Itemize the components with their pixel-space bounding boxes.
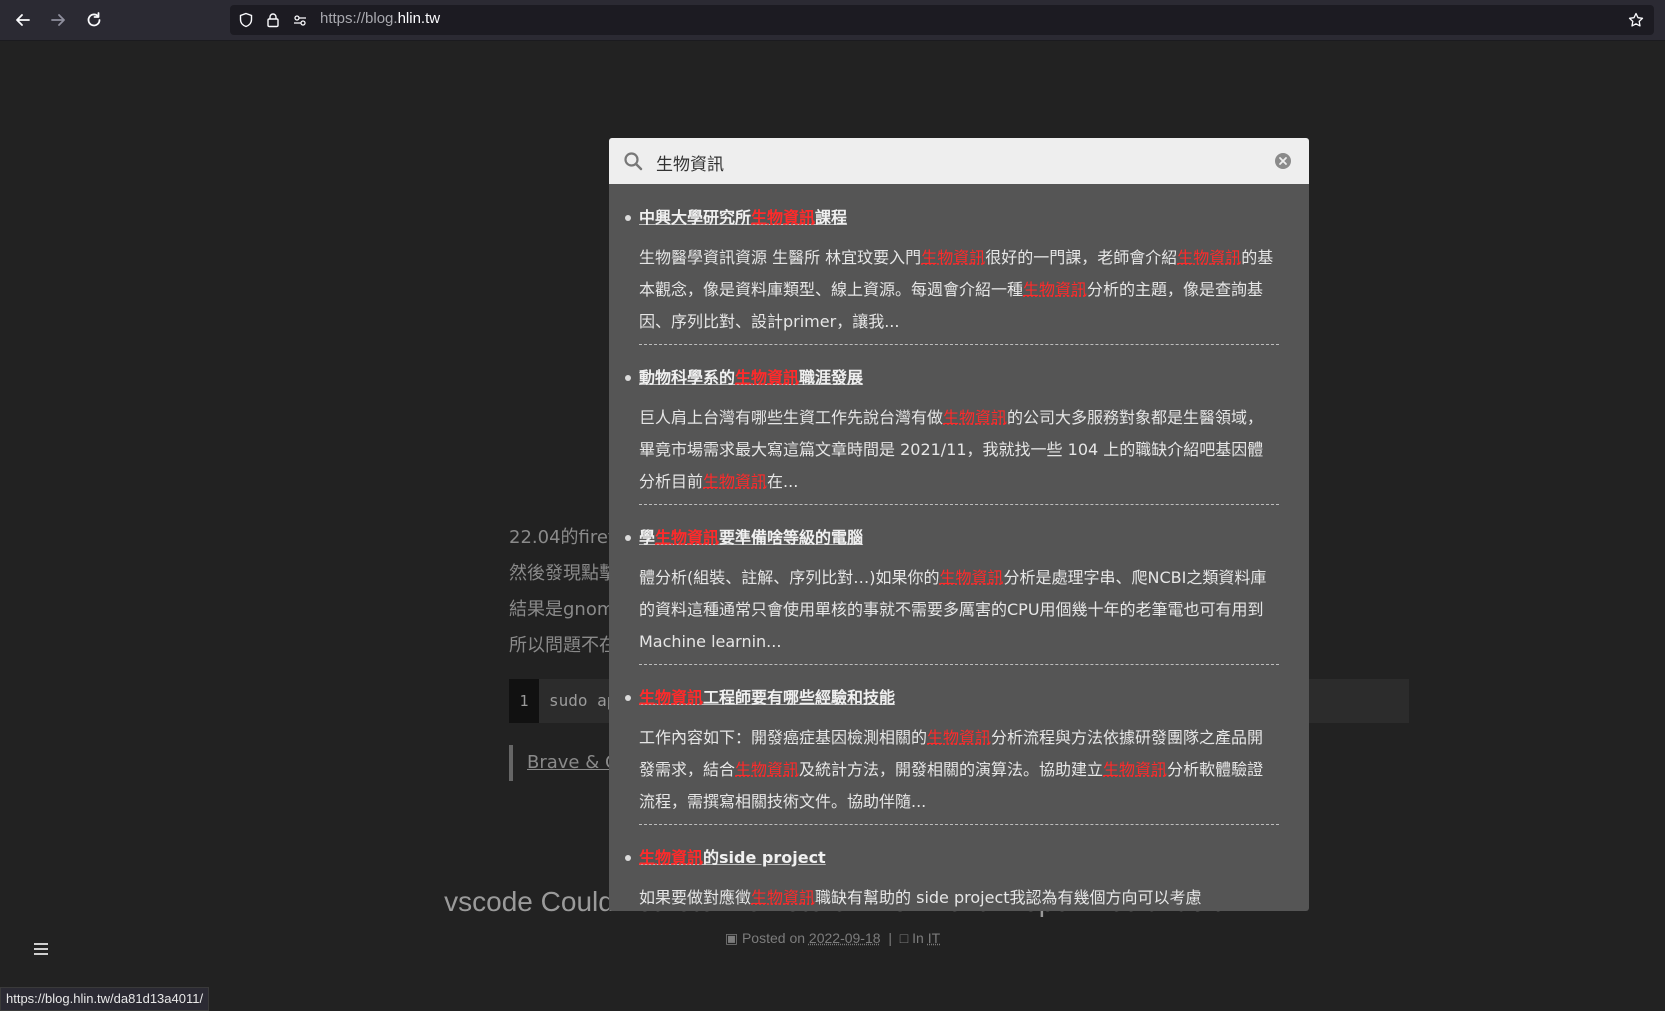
body-text-line: 結果是gnom — [509, 595, 614, 621]
title-text: 動物科學系的 — [639, 368, 735, 387]
url-bar[interactable]: https://blog.hlin.tw — [230, 5, 1654, 35]
result-title-link[interactable]: 學生物資訊要準備啥等級的電腦 — [639, 526, 1279, 550]
post-meta: ▣ Posted on 2022-09-18 | □ In IT — [0, 930, 1665, 947]
highlight: 生物資訊 — [927, 728, 991, 747]
hamburger-icon — [32, 940, 50, 958]
lock-icon[interactable] — [265, 12, 281, 28]
result-title-link[interactable]: 動物科學系的生物資訊職涯發展 — [639, 366, 1279, 390]
search-result: 中興大學研究所生物資訊課程 生物醫學資訊資源 生醫所 林宜玟要入門生物資訊很好的… — [639, 206, 1279, 345]
highlight: 生物資訊 — [1103, 760, 1167, 779]
bullet-icon — [625, 855, 631, 861]
in-label: In — [912, 930, 924, 946]
forward-button[interactable] — [45, 8, 71, 32]
title-text: 學 — [639, 528, 655, 547]
posted-label: Posted on — [742, 930, 805, 946]
search-popup: 中興大學研究所生物資訊課程 生物醫學資訊資源 生醫所 林宜玟要入門生物資訊很好的… — [609, 138, 1309, 911]
permissions-icon[interactable] — [292, 12, 308, 28]
body-text-line: 22.04的firefo — [509, 523, 625, 549]
body-text-line: 所以問題不在 — [509, 631, 617, 657]
arrow-left-icon — [14, 11, 32, 29]
title-text: 的side project — [703, 848, 826, 867]
result-title-link[interactable]: 生物資訊工程師要有哪些經驗和技能 — [639, 686, 1279, 710]
arrow-right-icon — [49, 11, 67, 29]
url-prefix: https://blog. — [320, 10, 398, 27]
quote-link[interactable]: Brave & C — [527, 752, 618, 773]
highlight: 生物資訊 — [921, 248, 985, 267]
excerpt-text: 巨人肩上台灣有哪些生資工作先說台灣有做 — [639, 408, 943, 427]
excerpt-text: 生物醫學資訊資源 生醫所 林宜玟要入門 — [639, 248, 921, 267]
highlight: 生物資訊 — [751, 208, 815, 227]
result-title-link[interactable]: 生物資訊的side project — [639, 846, 1279, 870]
excerpt-text: 工作內容如下：開發癌症基因檢測相關的 — [639, 728, 927, 747]
highlight: 生物資訊 — [943, 408, 1007, 427]
bullet-icon — [625, 535, 631, 541]
search-result: 生物資訊工程師要有哪些經驗和技能 工作內容如下：開發癌症基因檢測相關的生物資訊分… — [639, 686, 1279, 825]
url-text[interactable]: https://blog.hlin.tw — [320, 10, 440, 27]
excerpt-text: 如果要做對應徵 — [639, 888, 751, 907]
reload-icon — [85, 11, 103, 29]
highlight: 生物資訊 — [735, 760, 799, 779]
title-text: 中興大學研究所 — [639, 208, 751, 227]
reload-button[interactable] — [81, 8, 107, 32]
back-button[interactable] — [10, 8, 36, 32]
result-excerpt: 體分析(組裝、註解、序列比對…)如果你的生物資訊分析是處理字串、爬NCBI之類資… — [639, 562, 1279, 664]
highlight: 生物資訊 — [1023, 280, 1087, 299]
title-text: 職涯發展 — [799, 368, 863, 387]
excerpt-text: 在... — [767, 472, 798, 491]
bullet-icon — [625, 695, 631, 701]
bookmark-star-icon[interactable] — [1628, 12, 1644, 28]
excerpt-text: 體分析(組裝、註解、序列比對…)如果你的 — [639, 568, 940, 587]
category-link[interactable]: IT — [928, 930, 940, 946]
search-result: 動物科學系的生物資訊職涯發展 巨人肩上台灣有哪些生資工作先說台灣有做生物資訊的公… — [639, 366, 1279, 505]
result-excerpt: 生物醫學資訊資源 生醫所 林宜玟要入門生物資訊很好的一門課，老師會介紹生物資訊的… — [639, 242, 1279, 344]
clear-search-icon[interactable] — [1274, 152, 1292, 170]
title-text: 課程 — [815, 208, 847, 227]
folder-icon: □ — [900, 930, 908, 946]
highlight: 生物資訊 — [735, 368, 799, 387]
highlight: 生物資訊 — [639, 688, 703, 707]
body-text-line: 然後發現點擊 — [509, 559, 617, 585]
title-text: 工程師要有哪些經驗和技能 — [703, 688, 895, 707]
result-title-link[interactable]: 中興大學研究所生物資訊課程 — [639, 206, 1279, 230]
meta-separator: | — [888, 930, 892, 946]
title-text: 要準備啥等級的電腦 — [719, 528, 863, 547]
result-excerpt: 工作內容如下：開發癌症基因檢測相關的生物資訊分析流程與方法依據研發團隊之產品開發… — [639, 722, 1279, 824]
result-excerpt: 巨人肩上台灣有哪些生資工作先說台灣有做生物資訊的公司大多服務對象都是生醫領域，畢… — [639, 402, 1279, 504]
highlight: 生物資訊 — [940, 568, 1004, 587]
search-icon — [623, 151, 643, 171]
highlight: 生物資訊 — [639, 848, 703, 867]
browser-toolbar: https://blog.hlin.tw — [0, 0, 1665, 41]
highlight: 生物資訊 — [1177, 248, 1241, 267]
menu-toggle[interactable] — [32, 940, 50, 958]
search-result: 生物資訊的side project 如果要做對應徵生物資訊職缺有幫助的 side… — [639, 846, 1279, 911]
search-header — [609, 138, 1309, 184]
bullet-icon — [625, 215, 631, 221]
code-text: sudo ap — [549, 691, 616, 710]
search-result: 學生物資訊要準備啥等級的電腦 體分析(組裝、註解、序列比對…)如果你的生物資訊分… — [639, 526, 1279, 665]
excerpt-text: 及統計方法，開發相關的演算法。協助建立 — [799, 760, 1103, 779]
blockquote: Brave & C — [509, 745, 618, 781]
code-line-number: 1 — [509, 679, 539, 723]
search-results: 中興大學研究所生物資訊課程 生物醫學資訊資源 生醫所 林宜玟要入門生物資訊很好的… — [609, 184, 1309, 911]
bullet-icon — [625, 375, 631, 381]
calendar-icon: ▣ — [725, 930, 738, 946]
status-bar-url: https://blog.hlin.tw/da81d13a4011/ — [0, 987, 209, 1011]
url-domain: hlin.tw — [398, 10, 441, 27]
highlight: 生物資訊 — [751, 888, 815, 907]
highlight: 生物資訊 — [703, 472, 767, 491]
excerpt-text: 很好的一門課，老師會介紹 — [985, 248, 1177, 267]
search-input[interactable] — [654, 147, 1258, 177]
post-date: 2022-09-18 — [809, 930, 881, 946]
highlight: 生物資訊 — [655, 528, 719, 547]
shield-icon[interactable] — [238, 12, 254, 28]
result-excerpt: 如果要做對應徵生物資訊職缺有幫助的 side project我認為有幾個方向可以… — [639, 882, 1279, 911]
